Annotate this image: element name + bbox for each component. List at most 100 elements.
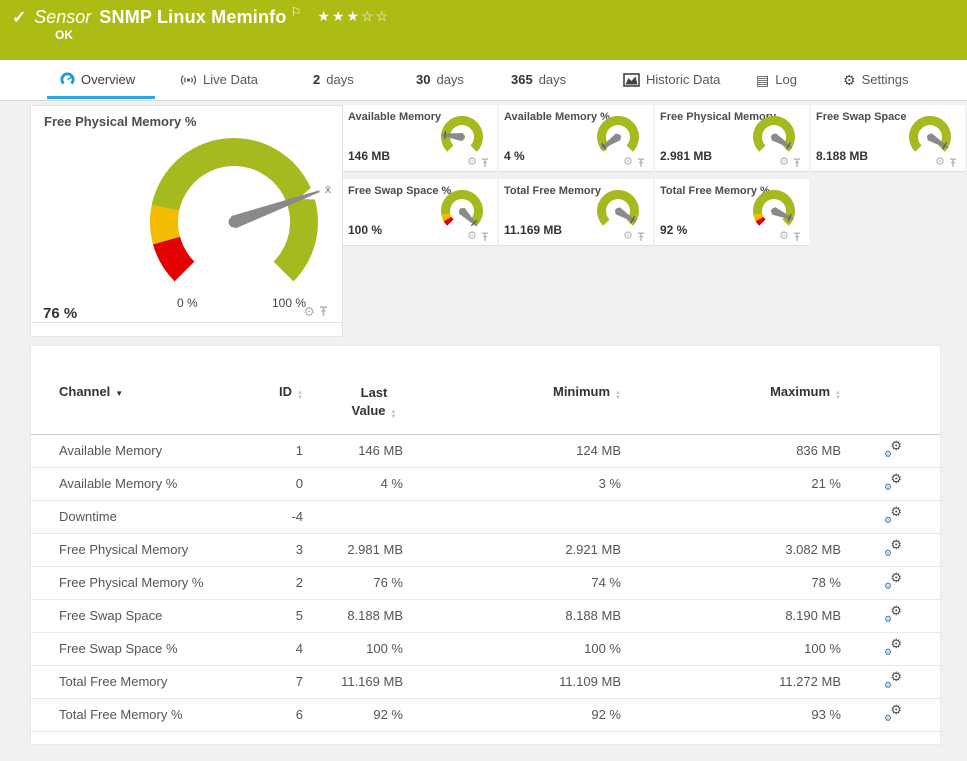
tab-days365[interactable]: 365 days: [511, 60, 566, 99]
mini-gauge-free-swap-space: Free Swap Space 8.188 MB ⚙: [811, 105, 965, 172]
gauge-card-actions: ⚙: [935, 157, 957, 168]
sensor-header-row: ✓ Sensor SNMP Linux Meminfo ⚐ ★★★☆☆: [12, 5, 390, 28]
gear-icon[interactable]: ⚙: [935, 157, 945, 168]
gear-icon[interactable]: ⚙: [467, 231, 477, 242]
tab-label: Settings: [861, 72, 909, 87]
sensor-title: SNMP Linux Meminfo: [99, 7, 287, 27]
sort-icon: ▲ ▼: [390, 408, 397, 420]
column-header-last-value[interactable]: Last Value ▲ ▼: [308, 384, 408, 435]
channel-value: 146 MB: [348, 149, 391, 163]
tab-settings[interactable]: ⚙ Settings: [843, 60, 909, 99]
edit-channel-icon[interactable]: ⚙ ⚙: [884, 604, 902, 624]
pin-icon[interactable]: [949, 157, 957, 168]
sort-desc-icon: ▼: [115, 389, 124, 398]
column-header-channel[interactable]: Channel ▼: [31, 384, 253, 435]
tab-label: Overview: [81, 72, 136, 87]
channel-row: Free Physical Memory % 2 76 % 74 % 78 % ⚙ ⚙: [31, 566, 940, 600]
prtg-sensor-page: ✓ Sensor SNMP Linux Meminfo ⚐ ★★★☆☆ OK O…: [0, 0, 967, 761]
svg-text:x̄: x̄: [325, 184, 331, 196]
pin-icon[interactable]: [637, 231, 645, 242]
priority-flag-icon[interactable]: ⚐: [291, 5, 302, 19]
gear-icon[interactable]: ⚙: [779, 231, 789, 242]
mini-gauge-grid: Available Memory 146 MB ⚙ Available Memory …: [343, 105, 967, 246]
pin-icon[interactable]: [481, 231, 489, 242]
edit-channel-icon[interactable]: ⚙ ⚙: [884, 439, 902, 459]
channel-row: Available Memory 1 146 MB 124 MB 836 MB ⚙ ⚙: [31, 434, 940, 468]
channel-title: Total Free Memory: [504, 185, 601, 197]
pin-icon[interactable]: [481, 157, 489, 168]
divider: [31, 322, 342, 323]
mini-gauge-total-free-memory: Total Free Memory 11.169 MB ⚙: [499, 179, 653, 246]
log-icon: ▤: [756, 71, 770, 88]
channel-title: Free Swap Space: [816, 111, 907, 123]
edit-channel-icon[interactable]: ⚙ ⚙: [884, 472, 902, 492]
mini-gauge-available-memory: Available Memory % 4 % ⚙: [499, 105, 653, 172]
pin-icon[interactable]: [793, 231, 801, 242]
gauge-icon: [60, 72, 75, 85]
gear-icon[interactable]: ⚙: [467, 157, 477, 168]
channel-gauge: [909, 115, 951, 152]
column-header-maximum[interactable]: Maximum ▲ ▼: [626, 384, 846, 435]
mini-gauge-free-physical-memory: Free Physical Memory 2.981 MB ⚙: [655, 105, 809, 172]
pin-icon[interactable]: [637, 157, 645, 168]
channel-row: Downtime -4 ⚙ ⚙: [31, 500, 940, 534]
channel-row: Free Swap Space 5 8.188 MB 8.188 MB 8.190 MB…: [31, 599, 940, 633]
channel-value: 8.188 MB: [816, 149, 869, 163]
tab-days2[interactable]: 2 days: [313, 60, 354, 99]
edit-channel-icon[interactable]: ⚙ ⚙: [884, 505, 902, 525]
sensor-status-badge: OK: [55, 28, 73, 42]
channel-row: Free Physical Memory 3 2.981 MB 2.921 MB 3.0…: [31, 533, 940, 567]
gear-icon: ⚙: [843, 71, 856, 88]
tab-label: days: [326, 72, 354, 87]
primary-channel-gauge: x̄: [149, 138, 331, 282]
gauge-card-actions: ⚙: [303, 305, 328, 318]
sort-icon: ▲ ▼: [297, 390, 303, 401]
tab-days30[interactable]: 30 days: [416, 60, 464, 99]
gear-icon[interactable]: ⚙: [623, 157, 633, 168]
column-header-minimum[interactable]: Minimum ▲ ▼: [408, 384, 626, 435]
channel-row: Total Free Memory 7 11.169 MB 11.109 MB 11.2…: [31, 665, 940, 699]
tab-label: Log: [775, 72, 797, 87]
gear-icon[interactable]: ⚙: [623, 231, 633, 242]
channel-value: 11.169 MB: [504, 223, 563, 237]
status-ok-check-icon: ✓: [12, 8, 27, 27]
tab-log[interactable]: ▤ Log: [756, 60, 797, 99]
channel-gauge: [753, 115, 795, 152]
edit-channel-icon[interactable]: ⚙ ⚙: [884, 670, 902, 690]
tab-label: days: [538, 72, 567, 87]
gauge-card-actions: ⚙: [467, 157, 489, 168]
gauge-min-label: 0 %: [177, 296, 198, 310]
edit-channel-icon[interactable]: ⚙ ⚙: [884, 538, 902, 558]
edit-channel-icon[interactable]: ⚙ ⚙: [884, 703, 902, 723]
primary-channel-value: 76 %: [43, 305, 78, 322]
area-chart-icon: [623, 72, 640, 87]
channel-table: Channel ▼ ID ▲ ▼ Last Value ▲ ▼ Minimum ▲ ▼ Maximum…: [31, 384, 940, 732]
sensor-header: ✓ Sensor SNMP Linux Meminfo ⚐ ★★★☆☆ OK: [0, 0, 967, 60]
sort-icon: ▲ ▼: [835, 390, 841, 401]
tab-label: Live Data: [203, 72, 258, 87]
gauge-max-label: 100 %: [272, 296, 307, 310]
mini-gauge-available-memory: Available Memory 146 MB ⚙: [343, 105, 497, 172]
tab-overview[interactable]: Overview: [46, 60, 156, 99]
primary-channel-gauge-panel: Free Physical Memory % x̄ 0 % 100 % 76 %…: [30, 105, 343, 337]
edit-channel-icon[interactable]: ⚙ ⚙: [884, 637, 902, 657]
tab-historic-data[interactable]: Historic Data: [623, 60, 720, 99]
gauge-card-actions: ⚙: [779, 157, 801, 168]
mini-gauge-free-swap-space: Free Swap Space % 100 % ⚙: [343, 179, 497, 246]
gauge-card-actions: ⚙: [623, 231, 645, 242]
pin-icon[interactable]: [319, 306, 328, 317]
channel-value: 2.981 MB: [660, 149, 713, 163]
channel-title: Available Memory: [348, 111, 442, 123]
priority-star-rating[interactable]: ★★★☆☆: [317, 8, 390, 25]
channel-value: 4 %: [504, 149, 525, 163]
gear-icon[interactable]: ⚙: [779, 157, 789, 168]
channel-gauge: [441, 115, 483, 152]
channel-gauge: [752, 189, 795, 226]
column-header-id[interactable]: ID ▲ ▼: [253, 384, 308, 435]
channel-gauge: [597, 189, 639, 226]
gear-icon[interactable]: ⚙: [303, 305, 315, 318]
edit-channel-icon[interactable]: ⚙ ⚙: [884, 571, 902, 591]
pin-icon[interactable]: [793, 157, 801, 168]
gauge-card-actions: ⚙: [623, 157, 645, 168]
tab-live-data[interactable]: Live Data: [180, 60, 258, 99]
